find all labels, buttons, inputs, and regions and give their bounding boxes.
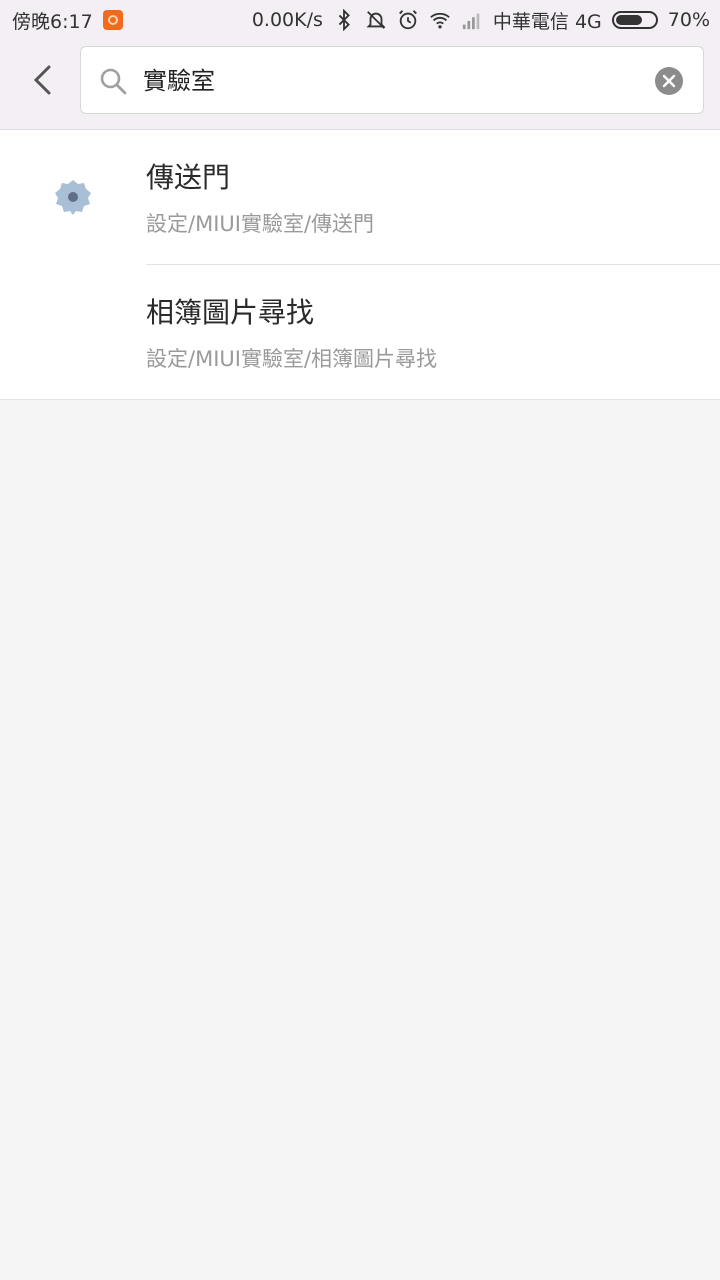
result-item[interactable]: 相簿圖片尋找 設定/MIUI實驗室/相簿圖片尋找 — [0, 265, 720, 400]
result-title: 傳送門 — [146, 161, 231, 194]
result-path: 設定/MIUI實驗室/傳送門 — [146, 212, 375, 236]
bluetooth-icon — [338, 9, 350, 31]
search-input[interactable] — [143, 57, 623, 105]
alarm-icon — [399, 10, 417, 30]
battery-icon — [611, 11, 658, 29]
clear-search-button[interactable] — [655, 67, 683, 95]
clock: 傍晚6:17 — [12, 10, 93, 33]
close-icon — [662, 74, 676, 88]
carrier-label: 中華電信 4G — [492, 10, 602, 33]
status-left: 傍晚6:17 — [12, 7, 123, 34]
app-notification-icon — [102, 10, 123, 30]
status-bar: 傍晚6:17 0.00K/s 中華電信 4G 70% — [0, 0, 720, 40]
gear-icon — [55, 180, 91, 215]
status-right: 0.00K/s 中華電信 4G 70% — [252, 7, 710, 34]
chevron-left-icon — [33, 65, 51, 95]
search-box[interactable] — [80, 46, 704, 114]
search-header — [0, 40, 720, 130]
result-title: 相簿圖片尋找 — [146, 296, 315, 329]
result-item[interactable]: 傳送門 設定/MIUI實驗室/傳送門 — [0, 130, 720, 265]
back-button[interactable] — [22, 60, 62, 100]
result-path: 設定/MIUI實驗室/相簿圖片尋找 — [146, 347, 438, 371]
battery-percent: 70% — [667, 9, 710, 31]
search-results: 傳送門 設定/MIUI實驗室/傳送門 相簿圖片尋找 設定/MIUI實驗室/相簿圖… — [0, 130, 720, 400]
signal-icon — [462, 13, 480, 30]
search-icon — [100, 68, 127, 95]
mute-bell-icon — [366, 11, 386, 29]
net-speed: 0.00K/s — [251, 9, 323, 31]
wifi-icon — [430, 12, 450, 29]
